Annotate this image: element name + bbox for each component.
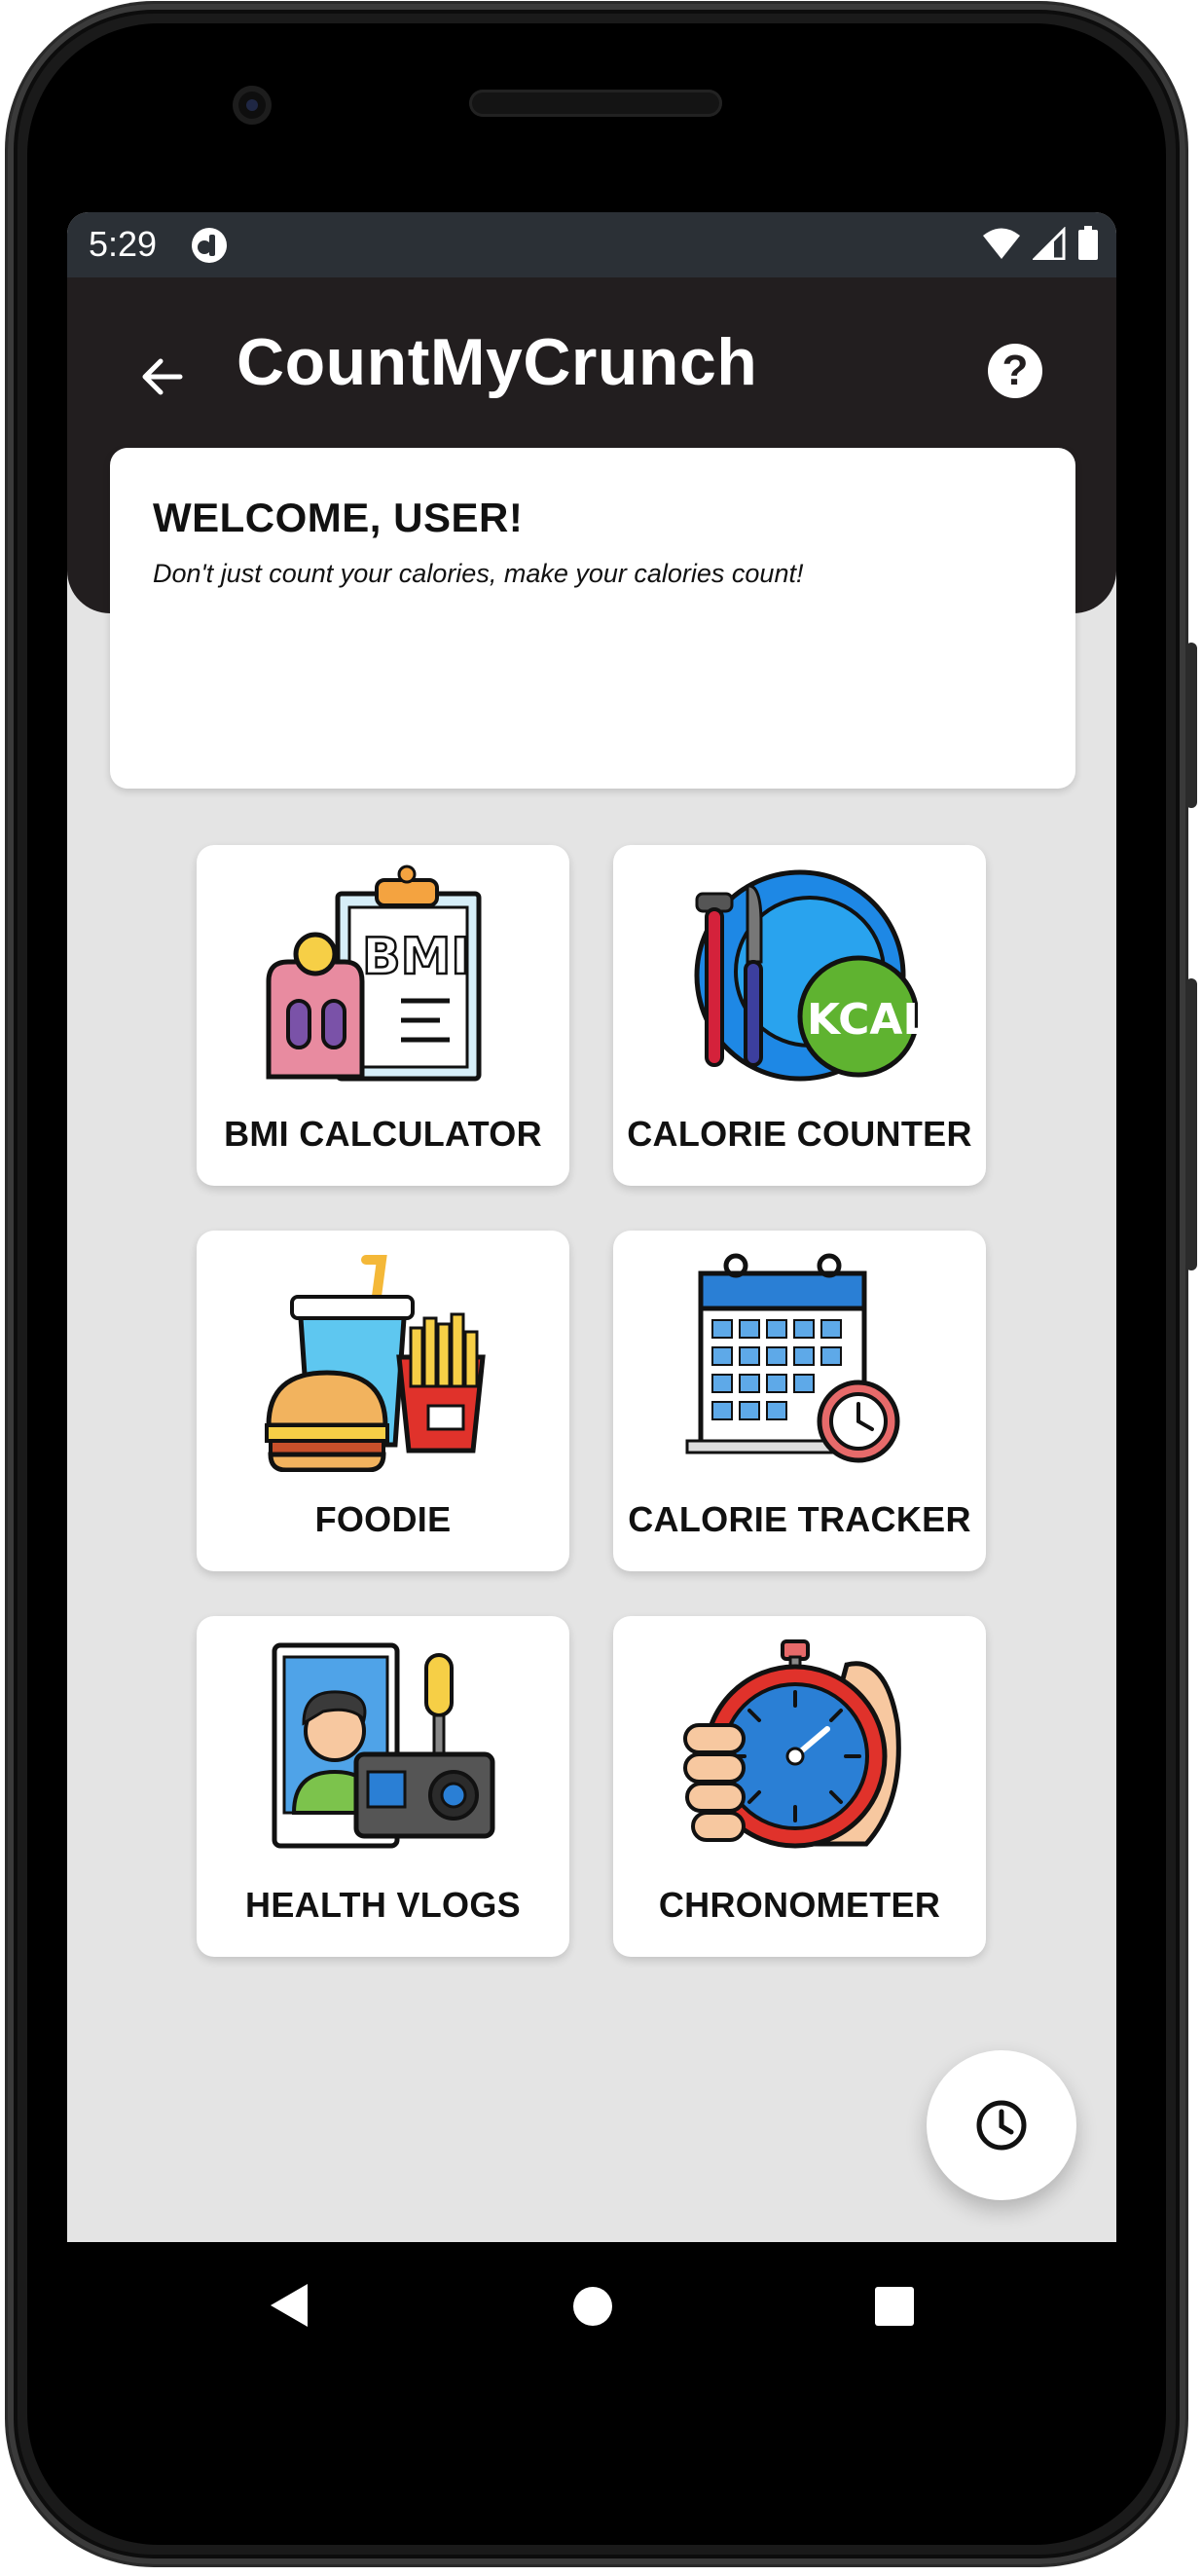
kcal-icon-text: KCAL — [807, 995, 918, 1045]
nav-recents-icon[interactable] — [875, 2287, 914, 2326]
welcome-title: WELCOME, USER! — [153, 495, 524, 540]
volume-button — [1185, 978, 1197, 1270]
vlog-camera-icon — [272, 1642, 495, 1849]
tile-chronometer[interactable]: CHRONOMETER — [613, 1616, 986, 1957]
wifi-icon — [983, 228, 1020, 259]
earpiece-speaker — [469, 90, 722, 117]
signal-icon — [1033, 227, 1066, 260]
app-title: CountMyCrunch — [237, 325, 758, 399]
tile-calorie-tracker[interactable]: CALORIE TRACKER — [613, 1231, 986, 1571]
app-screen: 5:29 CountMyCrunch ? WELCOME, USER! Don'… — [67, 212, 1116, 2242]
tile-foodie[interactable]: FOODIE — [197, 1231, 569, 1571]
history-fab[interactable] — [927, 2050, 1076, 2200]
system-nav-bar — [67, 2242, 1116, 2378]
tile-health-vlogs[interactable]: HEALTH VLOGS — [197, 1616, 569, 1957]
tile-label: BMI CALCULATOR — [224, 1114, 542, 1154]
stopwatch-hand-icon — [683, 1639, 901, 1849]
tile-bmi-calculator[interactable]: BMI BMI CALCULATOR — [197, 845, 569, 1186]
app-notification-icon — [191, 227, 228, 269]
status-bar: 5:29 — [67, 212, 1116, 277]
front-camera — [233, 86, 272, 125]
fast-food-icon — [265, 1255, 486, 1472]
power-button — [1185, 643, 1197, 808]
tile-calorie-counter[interactable]: KCAL CALORIE COUNTER — [613, 845, 986, 1186]
bmi-clipboard-icon: BMI — [266, 865, 482, 1082]
kcal-plate-icon: KCAL — [694, 869, 918, 1082]
tile-label: FOODIE — [314, 1499, 452, 1539]
tile-label: HEALTH VLOGS — [245, 1885, 521, 1925]
bmi-icon-text: BMI — [362, 928, 470, 986]
back-arrow-icon — [142, 358, 183, 395]
welcome-subtitle: Don't just count your calories, make you… — [153, 559, 804, 588]
clock-icon — [976, 2100, 1027, 2151]
help-button[interactable]: ? — [988, 344, 1042, 398]
nav-back-icon[interactable] — [267, 2281, 311, 2330]
status-time: 5:29 — [89, 224, 158, 264]
calendar-clock-icon — [685, 1253, 900, 1463]
nav-home-icon[interactable] — [572, 2286, 613, 2327]
status-indicators — [982, 226, 1099, 261]
battery-icon — [1078, 226, 1098, 260]
tile-label: CALORIE COUNTER — [627, 1114, 972, 1154]
tile-label: CALORIE TRACKER — [628, 1499, 971, 1539]
back-button[interactable] — [133, 348, 192, 406]
welcome-card: WELCOME, USER! Don't just count your cal… — [110, 448, 1075, 789]
tile-label: CHRONOMETER — [658, 1885, 941, 1925]
